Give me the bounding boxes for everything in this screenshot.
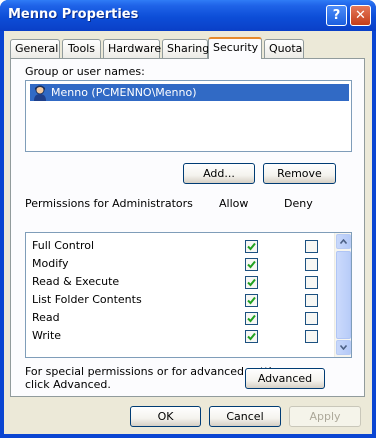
deny-checkbox[interactable] (305, 330, 318, 343)
deny-checkbox[interactable] (305, 240, 318, 253)
dialog-client: General Tools Hardware Sharing Security … (4, 31, 372, 434)
scroll-thumb[interactable] (336, 251, 351, 339)
allow-checkbox[interactable] (245, 312, 258, 325)
checkmark-icon (247, 260, 256, 269)
title-bar[interactable]: Menno Properties ? ✕ (0, 0, 376, 31)
close-icon: ✕ (355, 8, 366, 23)
remove-button[interactable]: Remove (263, 163, 336, 184)
permission-row-full-control: Full Control (26, 238, 334, 256)
tab-quota[interactable]: Quota (264, 39, 304, 58)
permission-row-list-folder-contents: List Folder Contents (26, 292, 334, 310)
tab-security[interactable]: Security (208, 37, 262, 59)
tab-hardware[interactable]: Hardware (103, 39, 161, 58)
checkmark-icon (247, 242, 256, 251)
permission-name: List Folder Contents (32, 293, 142, 306)
scroll-down-button[interactable] (336, 340, 351, 355)
checkmark-icon (247, 278, 256, 287)
allow-checkbox[interactable] (245, 294, 258, 307)
tab-tools[interactable]: Tools (62, 39, 101, 58)
permissions-scrollbar[interactable] (334, 233, 351, 357)
apply-button[interactable]: Apply (289, 406, 361, 427)
permissions-list[interactable]: Full Control Modify Read & Execute List … (25, 232, 352, 358)
deny-column-header: Deny (284, 197, 313, 210)
group-or-user-names-label: Group or user names: (25, 65, 145, 78)
allow-checkbox[interactable] (245, 240, 258, 253)
deny-checkbox[interactable] (305, 258, 318, 271)
add-button[interactable]: Add... (183, 163, 255, 184)
list-item[interactable]: Menno (PCMENNO\Menno) (30, 84, 349, 101)
permission-name: Write (32, 329, 62, 342)
tab-general[interactable]: General (10, 39, 60, 58)
user-listbox[interactable]: Menno (PCMENNO\Menno) (25, 80, 352, 152)
checkmark-icon (247, 332, 256, 341)
checkmark-icon (247, 296, 256, 305)
permission-name: Modify (32, 257, 69, 270)
allow-checkbox[interactable] (245, 330, 258, 343)
properties-window: Menno Properties ? ✕ General Tools Hardw… (0, 0, 376, 438)
advanced-button[interactable]: Advanced (245, 368, 325, 389)
user-icon (32, 85, 48, 101)
permission-row-read: Read (26, 310, 334, 328)
allow-column-header: Allow (219, 197, 249, 210)
chevron-up-icon (340, 239, 347, 244)
tab-sharing[interactable]: Sharing (162, 39, 209, 58)
chevron-down-icon (340, 345, 347, 350)
permission-name: Read (32, 311, 60, 324)
close-button[interactable]: ✕ (350, 5, 371, 26)
user-name: Menno (PCMENNO\Menno) (51, 86, 197, 99)
deny-checkbox[interactable] (305, 312, 318, 325)
cancel-button[interactable]: Cancel (209, 406, 281, 427)
scroll-up-button[interactable] (336, 234, 351, 249)
deny-checkbox[interactable] (305, 294, 318, 307)
permission-name: Read & Execute (32, 275, 120, 288)
help-icon: ? (332, 8, 341, 23)
deny-checkbox[interactable] (305, 276, 318, 289)
security-panel: Group or user names: Menno (PCMENNO\Menn… (10, 58, 365, 397)
ok-button[interactable]: OK (130, 406, 201, 427)
allow-checkbox[interactable] (245, 276, 258, 289)
permission-name: Full Control (32, 239, 95, 252)
permissions-label: Permissions for Administrators (25, 197, 193, 210)
help-button[interactable]: ? (326, 5, 347, 26)
permission-row-write: Write (26, 328, 334, 346)
checkmark-icon (247, 314, 256, 323)
permission-row-modify: Modify (26, 256, 334, 274)
advanced-help-text-line2: click Advanced. (25, 378, 111, 391)
permission-row-read-execute: Read & Execute (26, 274, 334, 292)
window-title: Menno Properties (8, 7, 139, 22)
allow-checkbox[interactable] (245, 258, 258, 271)
